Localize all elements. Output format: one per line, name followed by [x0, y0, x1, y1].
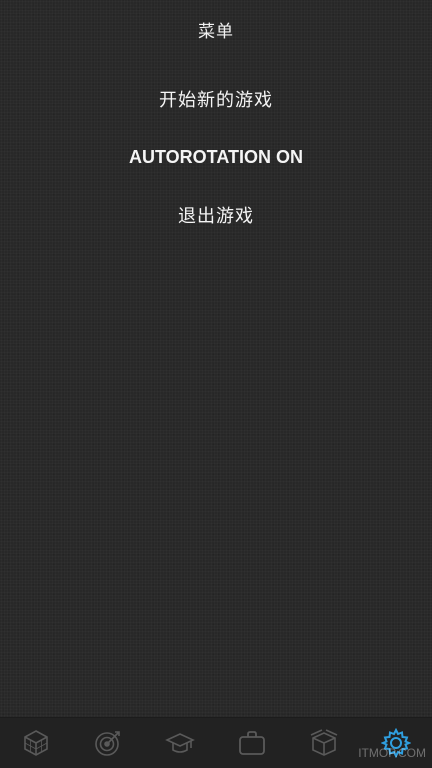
autorotation-toggle[interactable]: AUTOROTATION ON	[129, 128, 303, 186]
tab-briefcase[interactable]	[230, 721, 274, 765]
header: 菜单	[0, 0, 432, 58]
exit-game-button[interactable]: 退出游戏	[178, 186, 254, 244]
tab-cube[interactable]	[14, 721, 58, 765]
main-menu: 开始新的游戏 AUTOROTATION ON 退出游戏	[0, 70, 432, 244]
tab-box[interactable]	[302, 721, 346, 765]
tab-target[interactable]	[86, 721, 130, 765]
box-icon	[310, 729, 338, 756]
watermark-text: ITMOP.COM	[358, 746, 426, 760]
new-game-button[interactable]: 开始新的游戏	[159, 70, 273, 128]
cube-icon	[24, 730, 48, 756]
page-title: 菜单	[198, 21, 234, 42]
target-icon	[95, 731, 120, 756]
tab-learn[interactable]	[158, 721, 202, 765]
tab-bar: ITMOP.COM	[0, 717, 432, 768]
briefcase-icon	[239, 731, 265, 755]
graduation-cap-icon	[165, 733, 195, 753]
